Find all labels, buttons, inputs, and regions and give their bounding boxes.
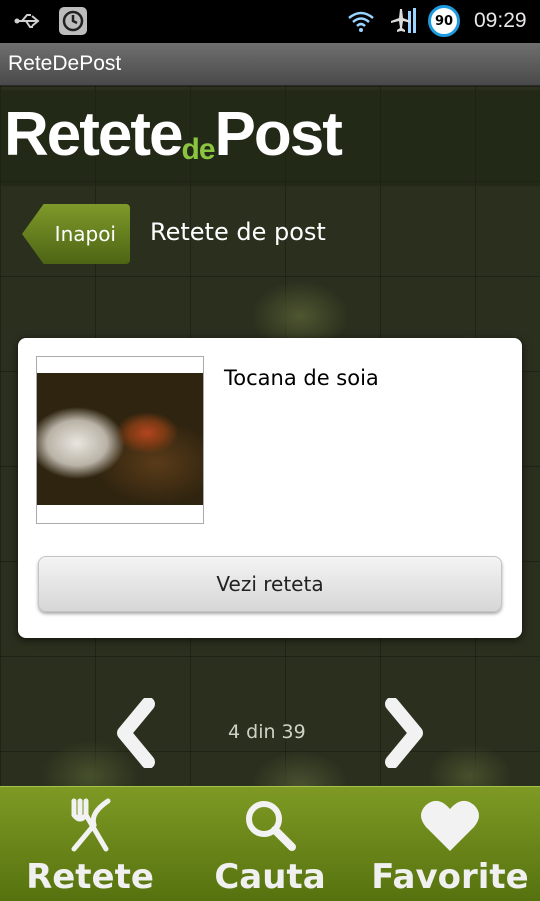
app-title: ReteDePost [8, 52, 122, 75]
heart-icon [421, 800, 479, 851]
recipe-name: Tocana de soia [224, 366, 379, 390]
search-icon [246, 801, 296, 851]
logo-part-1: Retete [4, 100, 184, 169]
nav-retete[interactable]: Retete [0, 787, 180, 901]
logo-part-3: Post [214, 100, 343, 169]
section-title: Retete de post [150, 218, 326, 246]
nav-cauta-label: Cauta [214, 857, 326, 897]
logo-part-2: de [181, 133, 216, 166]
fork-knife-icon [71, 798, 111, 852]
nav-cauta[interactable]: Cauta [180, 787, 360, 901]
recipe-card: Tocana de soia Vezi reteta [18, 338, 522, 638]
next-arrow-icon[interactable] [380, 698, 428, 768]
back-button[interactable]: Inapoi [22, 204, 130, 264]
airplane-signal-icon [391, 8, 416, 33]
nav-favorite[interactable]: Favorite [360, 787, 540, 901]
recipe-thumbnail[interactable] [36, 356, 204, 524]
nav-favorite-label: Favorite [371, 857, 529, 897]
page-indicator: 4 din 39 [228, 721, 306, 743]
previous-arrow-icon[interactable] [112, 698, 160, 768]
nav-retete-label: Retete [26, 857, 154, 897]
view-recipe-button[interactable]: Vezi reteta [38, 556, 502, 612]
wifi-icon [348, 11, 374, 32]
app-logo: RetetedePost [4, 100, 343, 170]
recipe-photo [37, 373, 203, 505]
bottom-navigation: Retete Cauta Favorite [0, 786, 540, 901]
clock: 09:29 [474, 9, 527, 32]
app-title-bar: ReteDePost [0, 43, 540, 86]
battery-indicator: 90 [428, 5, 460, 37]
alarm-icon [59, 7, 87, 35]
status-bar: 90 09:29 [0, 0, 540, 43]
usb-icon [14, 14, 40, 28]
